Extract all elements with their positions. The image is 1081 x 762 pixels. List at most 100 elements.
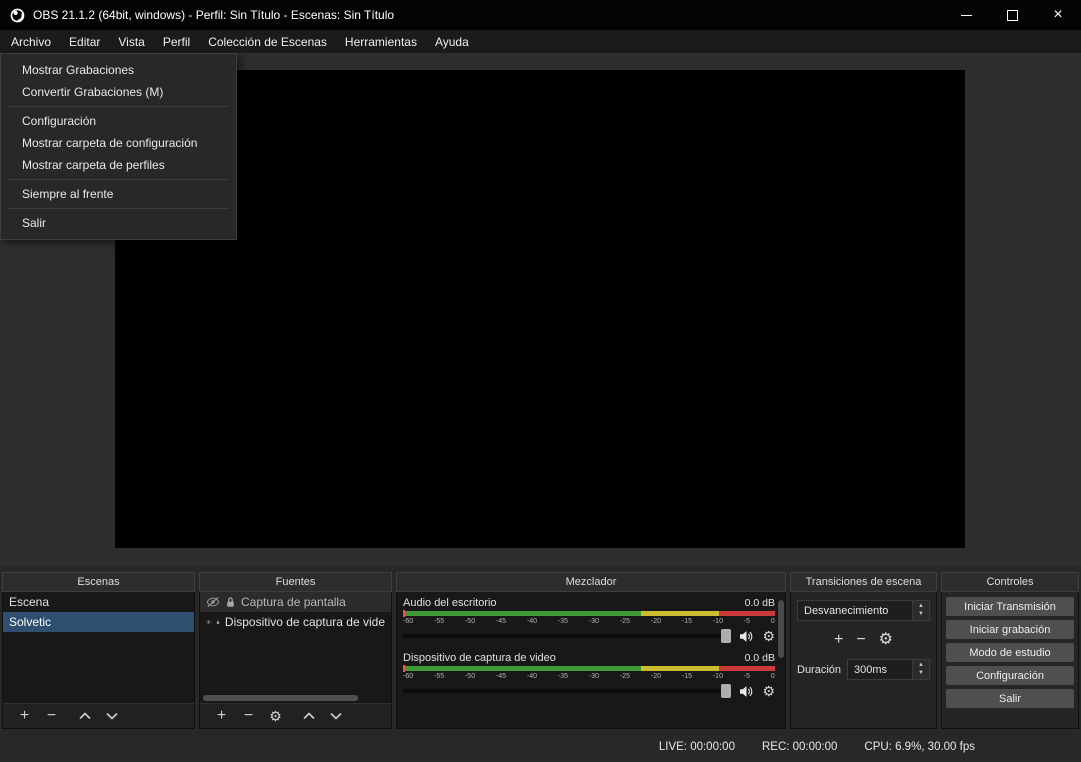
remove-scene-button[interactable]: − <box>38 704 65 728</box>
volume-slider-handle[interactable] <box>721 684 732 699</box>
preview-canvas[interactable] <box>115 70 965 548</box>
menu-herramientas[interactable]: Herramientas <box>336 30 426 53</box>
menu-archivo[interactable]: Archivo <box>2 30 60 53</box>
mixer-channel-db: 0.0 dB <box>744 597 775 609</box>
meter-scale: -60 -55 -50 -45 -40 -35 -30 -25 -20 -15 -10 -5 0 <box>403 672 775 681</box>
chevron-down-icon <box>105 712 118 720</box>
volume-slider[interactable] <box>403 629 732 644</box>
meter-tick-label: -20 <box>650 673 661 681</box>
title-bar: OBS 21.1.2 (64bit, windows) - Perfil: Si… <box>0 0 1081 30</box>
spinner-down-icon: ▼ <box>918 610 924 617</box>
menu-ayuda[interactable]: Ayuda <box>426 30 478 53</box>
menu-perfil[interactable]: Perfil <box>154 30 199 53</box>
source-item-dispositivo-captura[interactable]: Dispositivo de captura de vide <box>200 612 391 632</box>
remove-transition-button[interactable]: − <box>856 632 865 648</box>
audio-level-meter <box>403 610 775 617</box>
eye-slash-icon[interactable] <box>206 596 220 608</box>
scenes-panel-header[interactable]: Escenas <box>2 572 195 592</box>
menu-item-convertir-grabaciones[interactable]: Convertir Grabaciones (M) <box>1 81 236 103</box>
menu-coleccion-escenas[interactable]: Colección de Escenas <box>199 30 336 53</box>
meter-tick-label: -25 <box>619 618 631 625</box>
speaker-icon[interactable] <box>739 685 754 698</box>
meter-tick-label: 0 <box>770 618 775 625</box>
source-item-captura-pantalla[interactable]: Captura de pantalla <box>200 592 391 612</box>
menu-vista[interactable]: Vista <box>109 30 153 53</box>
menu-separator <box>8 179 229 180</box>
duration-spinbox[interactable]: 300ms ▲ ▼ <box>847 659 930 680</box>
meter-tick-label: 0 <box>770 673 775 681</box>
mixer-vertical-scrollbar[interactable] <box>778 600 784 658</box>
chevron-up-icon <box>78 712 91 720</box>
mixer-channel-capture-device: Dispositivo de captura de video 0.0 dB -… <box>403 652 775 699</box>
lock-icon[interactable] <box>225 596 236 608</box>
menu-item-siempre-al-frente[interactable]: Siempre al frente <box>1 183 236 205</box>
sources-list: Captura de pantalla Dispositivo de captu… <box>200 592 391 694</box>
obs-logo-icon <box>10 8 25 22</box>
meter-tick-label: -15 <box>681 673 692 681</box>
move-scene-up-button[interactable] <box>71 704 98 728</box>
transition-select-spinner[interactable]: ▲ ▼ <box>912 601 929 620</box>
scene-item-solvetic[interactable]: Solvetic <box>3 612 194 632</box>
meter-tick-label: -55 <box>433 673 445 681</box>
transitions-panel-header[interactable]: Transiciones de escena <box>790 572 937 592</box>
menu-item-mostrar-grabaciones[interactable]: Mostrar Grabaciones <box>1 59 236 81</box>
mixer-channel-name: Dispositivo de captura de video <box>403 652 556 665</box>
maximize-button[interactable] <box>989 0 1035 30</box>
add-transition-button[interactable]: + <box>834 632 843 648</box>
source-label: Dispositivo de captura de vide <box>224 615 385 629</box>
studio-mode-button[interactable]: Modo de estudio <box>946 643 1074 662</box>
menu-item-carpeta-perfiles[interactable]: Mostrar carpeta de perfiles <box>1 154 236 176</box>
source-label: Captura de pantalla <box>241 595 346 609</box>
scrollbar-thumb[interactable] <box>203 695 358 701</box>
volume-slider[interactable] <box>403 684 732 699</box>
meter-tick-label: -35 <box>557 673 569 681</box>
exit-button[interactable]: Salir <box>946 689 1074 708</box>
eye-icon[interactable] <box>206 616 211 628</box>
meter-tick-label: -60 <box>403 673 414 681</box>
remove-source-button[interactable]: − <box>235 704 262 728</box>
start-streaming-button[interactable]: Iniciar Transmisión <box>946 597 1074 616</box>
add-source-button[interactable]: + <box>208 704 235 728</box>
volume-slider-handle[interactable] <box>721 629 732 644</box>
minimize-icon <box>960 14 972 16</box>
gear-icon[interactable]: ⚙ <box>762 629 775 643</box>
settings-button[interactable]: Configuración <box>946 666 1074 685</box>
transition-selected-value: Desvanecimiento <box>804 604 889 617</box>
menu-item-configuracion[interactable]: Configuración <box>1 110 236 132</box>
scene-item-escena[interactable]: Escena <box>3 592 194 612</box>
meter-tick-label: -60 <box>403 618 414 625</box>
duration-label: Duración <box>797 663 842 676</box>
speaker-icon[interactable] <box>739 630 754 643</box>
move-source-up-button[interactable] <box>295 704 322 728</box>
transition-select[interactable]: Desvanecimiento ▲ ▼ <box>797 600 930 621</box>
minimize-button[interactable] <box>943 0 989 30</box>
move-scene-down-button[interactable] <box>98 704 125 728</box>
meter-tick-label: -35 <box>557 618 569 625</box>
rec-time: REC: 00:00:00 <box>761 741 838 753</box>
add-scene-button[interactable]: + <box>11 704 38 728</box>
sources-horizontal-scrollbar[interactable] <box>200 694 391 703</box>
sources-panel: Fuentes Captura de pantalla Dispositivo … <box>199 572 392 729</box>
move-source-down-button[interactable] <box>322 704 349 728</box>
menu-item-salir[interactable]: Salir <box>1 212 236 234</box>
menu-separator <box>8 208 229 209</box>
sources-panel-header[interactable]: Fuentes <box>199 572 392 592</box>
menu-item-carpeta-configuracion[interactable]: Mostrar carpeta de configuración <box>1 132 236 154</box>
start-recording-button[interactable]: Iniciar grabación <box>946 620 1074 639</box>
controls-panel-header[interactable]: Controles <box>941 572 1079 592</box>
transition-properties-button[interactable]: ⚙ <box>879 632 893 648</box>
duration-spinner[interactable]: ▲ ▼ <box>912 660 929 679</box>
meter-tick-label: -25 <box>619 673 631 681</box>
spinner-up-icon: ▲ <box>918 603 924 609</box>
close-button[interactable]: × <box>1035 0 1081 30</box>
lock-icon[interactable] <box>216 616 220 628</box>
source-properties-button[interactable]: ⚙ <box>262 704 289 728</box>
gear-icon[interactable]: ⚙ <box>762 684 775 698</box>
mixer-panel-header[interactable]: Mezclador <box>396 572 786 592</box>
menu-editar[interactable]: Editar <box>60 30 109 53</box>
meter-tick-label: -20 <box>650 618 661 625</box>
audio-level-meter <box>403 665 775 673</box>
window-title: OBS 21.1.2 (64bit, windows) - Perfil: Si… <box>33 8 395 22</box>
meter-tick-label: -45 <box>495 673 507 681</box>
spinner-down-icon: ▼ <box>918 669 924 676</box>
